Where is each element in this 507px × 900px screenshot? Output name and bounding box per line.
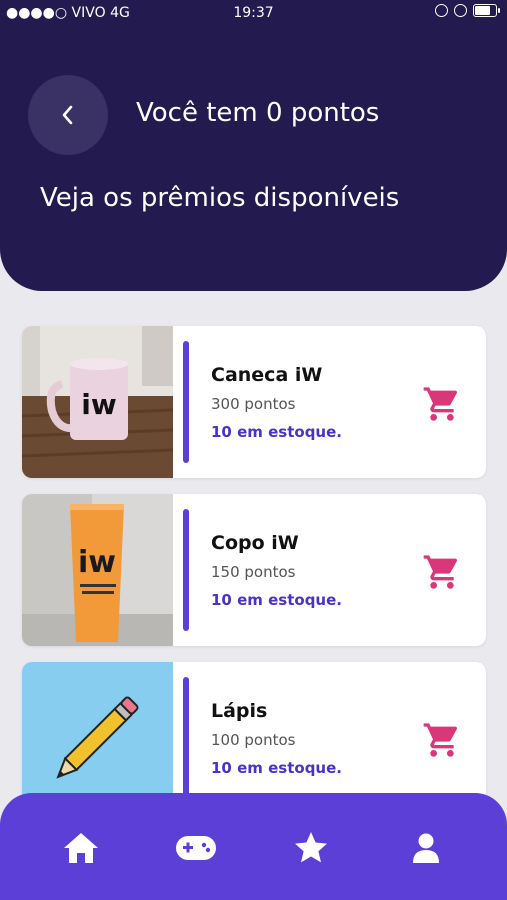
- prize-name: Caneca iW: [211, 364, 323, 386]
- nav-home[interactable]: [59, 828, 103, 868]
- prize-card[interactable]: iw Caneca iW 300 pontos 10 em estoque.: [22, 326, 486, 478]
- prize-points: 150 pontos: [211, 563, 296, 581]
- add-to-cart-button[interactable]: [422, 384, 462, 424]
- user-icon: [413, 833, 439, 863]
- prize-stock: 10 em estoque.: [211, 591, 342, 609]
- prize-image-mug: iw: [22, 326, 173, 478]
- gamepad-icon: [176, 836, 216, 860]
- cart-icon: [423, 555, 458, 589]
- battery-icon: [473, 4, 500, 17]
- card-accent-bar: [183, 677, 189, 799]
- svg-text:iw: iw: [78, 545, 116, 580]
- add-to-cart-button[interactable]: [422, 720, 462, 760]
- status-bar: ●●●●○ VIVO 4G 19:37: [0, 0, 507, 28]
- orientation-lock-icon: [435, 4, 448, 17]
- prize-name: Lápis: [211, 700, 268, 722]
- card-accent-bar: [183, 509, 189, 631]
- cart-icon: [423, 723, 458, 757]
- star-icon: [295, 832, 327, 863]
- prize-card[interactable]: iw Copo iW 150 pontos 10 em estoque.: [22, 494, 486, 646]
- status-icons: [435, 4, 500, 17]
- bottom-nav: [0, 793, 507, 900]
- status-time: 19:37: [233, 5, 274, 21]
- prize-image-pencil: [22, 662, 173, 814]
- back-button[interactable]: [28, 75, 108, 155]
- card-accent-bar: [183, 341, 189, 463]
- prize-points: 100 pontos: [211, 731, 296, 749]
- page-title: Você tem 0 pontos: [136, 98, 380, 128]
- home-icon: [64, 833, 98, 863]
- nav-profile[interactable]: [404, 828, 448, 868]
- header: ●●●●○ VIVO 4G 19:37 Você tem 0 pontos Ve…: [0, 0, 507, 291]
- page-subtitle: Veja os prêmios disponíveis: [40, 183, 400, 213]
- prize-points: 300 pontos: [211, 395, 296, 413]
- svg-text:iw: iw: [81, 388, 116, 421]
- nav-games[interactable]: [174, 828, 218, 868]
- add-to-cart-button[interactable]: [422, 552, 462, 592]
- cart-icon: [423, 387, 458, 421]
- chevron-left-icon: [62, 105, 73, 125]
- prize-stock: 10 em estoque.: [211, 423, 342, 441]
- alarm-icon: [454, 4, 467, 17]
- prize-list: iw Caneca iW 300 pontos 10 em estoque. i…: [22, 326, 486, 830]
- prize-card[interactable]: Lápis 100 pontos 10 em estoque.: [22, 662, 486, 814]
- prize-name: Copo iW: [211, 532, 299, 554]
- prize-stock: 10 em estoque.: [211, 759, 342, 777]
- prize-image-cup: iw: [22, 494, 173, 646]
- nav-favorites[interactable]: [289, 828, 333, 868]
